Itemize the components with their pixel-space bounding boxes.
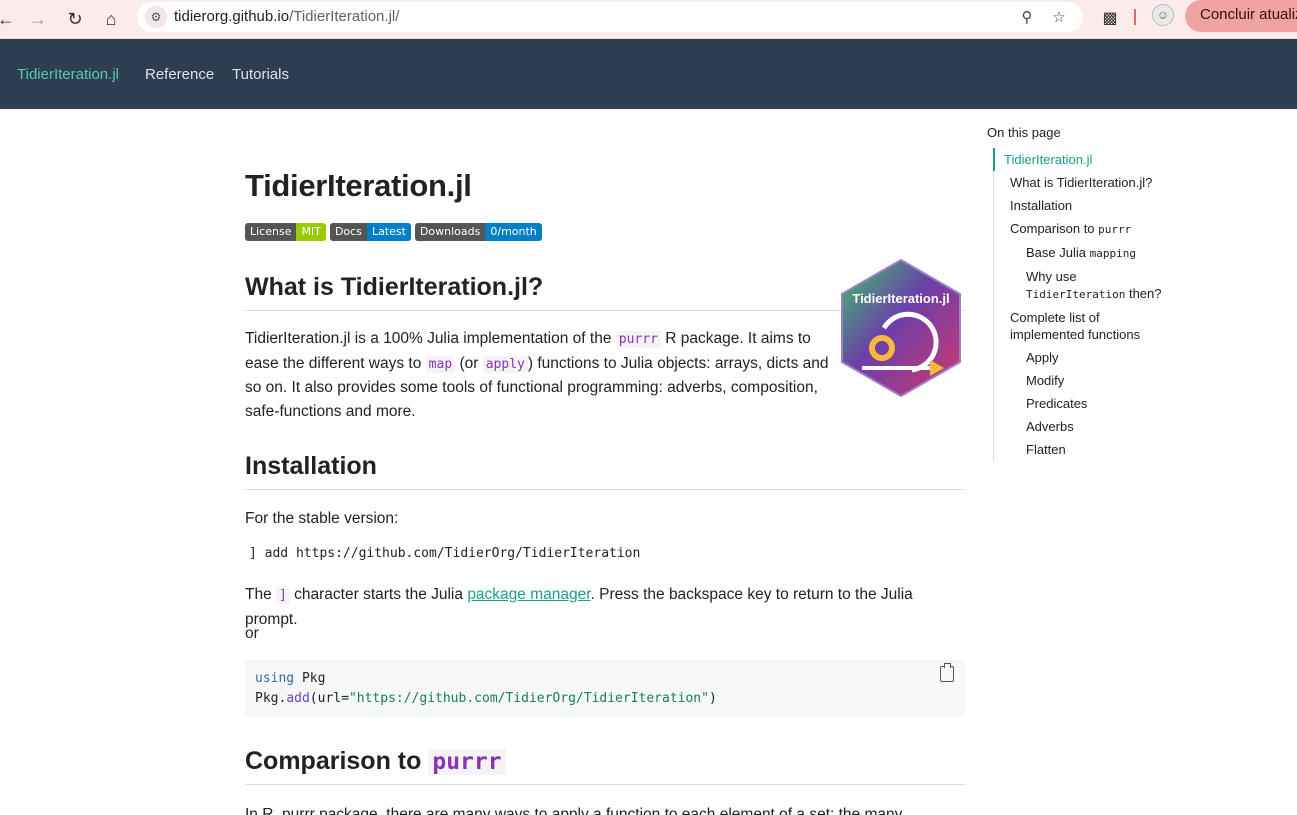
back-icon[interactable]: ← xyxy=(0,5,20,33)
table-of-contents: On this page TidierIteration.jl What is … xyxy=(987,125,1187,461)
code-text: Pkg xyxy=(294,671,326,686)
toc-list: TidierIteration.jl What is TidierIterati… xyxy=(993,148,1187,461)
pkg-command: ] add https://github.com/TidierOrg/Tidie… xyxy=(249,546,641,561)
comparison-paragraph: In R, purrr package, there are many ways… xyxy=(245,806,903,815)
license-badge[interactable]: License MIT xyxy=(245,223,326,241)
toc-item-modify[interactable]: Modify xyxy=(994,369,1187,392)
nav-link-tutorials[interactable]: Tutorials xyxy=(232,66,289,83)
toc-label-suffix: then? xyxy=(1128,286,1162,301)
toc-item-home[interactable]: TidierIteration.jl xyxy=(993,148,1187,171)
inline-code: apply xyxy=(482,355,528,373)
keyword: using xyxy=(255,671,295,686)
text: (or xyxy=(455,354,483,372)
update-button[interactable]: Concluir atualização xyxy=(1185,0,1297,32)
pkg-manager-paragraph: The ] character starts the Julia package… xyxy=(245,583,965,631)
intro-paragraph: TidierIteration.jl is a 100% Julia imple… xyxy=(245,327,835,423)
inline-code: ] xyxy=(276,587,290,604)
logo-text: TidierIteration.jl xyxy=(852,291,949,306)
badge-value: 0/month xyxy=(485,223,542,241)
toc-item-predicates[interactable]: Predicates xyxy=(994,392,1187,415)
code-text: ) xyxy=(708,691,717,706)
page-title: TidierIteration.jl xyxy=(245,168,472,203)
toc-item-adverbs[interactable]: Adverbs xyxy=(994,415,1187,438)
copy-icon[interactable] xyxy=(940,663,954,682)
url-text[interactable]: tidierorg.github.io/TidierIteration.jl/ xyxy=(174,8,399,25)
toc-label: Base Julia xyxy=(1026,245,1086,260)
zoom-icon[interactable]: ⚲ xyxy=(1016,6,1038,28)
toc-item-base-julia[interactable]: Base Julia mapping xyxy=(994,241,1187,265)
tidieriteration-logo: TidierIteration.jl xyxy=(841,258,961,398)
badge-row: License MIT Docs Latest Downloads 0/month xyxy=(245,223,542,241)
toc-item-flatten[interactable]: Flatten xyxy=(994,438,1187,461)
toc-code: purrr xyxy=(1098,223,1132,236)
url-host: tidierorg.github.io xyxy=(174,8,290,25)
home-icon[interactable]: ⌂ xyxy=(97,5,125,33)
downloads-badge[interactable]: Downloads 0/month xyxy=(414,223,542,241)
site-settings-icon[interactable]: ⚙ xyxy=(145,6,167,28)
toc-label: Why use xyxy=(1026,269,1077,284)
toc-code: TidierIteration xyxy=(1026,288,1126,301)
or-text: or xyxy=(245,625,259,642)
toc-item-why-use[interactable]: Why use TidierIteration then? xyxy=(994,265,1187,306)
logo-hexagon xyxy=(841,258,961,398)
nav-brand-link[interactable]: TidierIteration.jl xyxy=(17,66,119,83)
heading-text: Comparison to xyxy=(245,747,429,775)
bookmark-star-icon[interactable]: ☆ xyxy=(1048,6,1070,28)
inline-code: map xyxy=(425,355,456,373)
site-navbar: TidierIteration.jl Reference Tutorials xyxy=(0,39,1297,109)
toc-code: mapping xyxy=(1089,247,1136,260)
badge-label: License xyxy=(245,223,297,241)
profile-avatar[interactable]: ☺ xyxy=(1152,4,1174,26)
toc-item-what-is[interactable]: What is TidierIteration.jl? xyxy=(994,171,1187,194)
reload-icon[interactable]: ↻ xyxy=(61,5,89,33)
toc-label: Comparison to xyxy=(1010,221,1095,236)
heading-code: purrr xyxy=(428,749,506,775)
docs-badge[interactable]: Docs Latest xyxy=(329,223,411,241)
string-literal: "https://github.com/TidierOrg/TidierIter… xyxy=(348,691,709,706)
heading-installation: Installation xyxy=(245,452,965,490)
browser-toolbar: ← → ↻ ⌂ ⚙ tidierorg.github.io/TidierIter… xyxy=(0,0,1297,39)
function-name: add xyxy=(286,691,310,706)
heading-comparison: Comparison to purrr xyxy=(245,747,965,785)
badge-value: Latest xyxy=(366,223,411,241)
nav-link-reference[interactable]: Reference xyxy=(145,66,214,83)
forward-icon[interactable]: → xyxy=(24,5,52,33)
badge-label: Docs xyxy=(329,223,367,241)
toc-item-comparison[interactable]: Comparison to purrr xyxy=(994,217,1187,241)
code-line-1: using Pkg xyxy=(255,669,955,689)
badge-label: Downloads xyxy=(414,223,486,241)
toc-title: On this page xyxy=(987,125,1061,140)
text: TidierIteration.jl is a 100% Julia imple… xyxy=(245,330,616,347)
toc-item-apply[interactable]: Apply xyxy=(994,346,1187,369)
code-line-2: Pkg.add(url="https://github.com/TidierOr… xyxy=(255,689,955,709)
text: The xyxy=(245,586,277,603)
extensions-icon[interactable]: ▩ xyxy=(1097,5,1123,31)
address-bar[interactable]: ⚙ tidierorg.github.io/TidierIteration.jl… xyxy=(137,2,1083,32)
inline-code: purrr xyxy=(615,331,661,348)
code-block: using Pkg Pkg.add(url="https://github.co… xyxy=(245,660,965,717)
toolbar-divider xyxy=(1134,9,1136,25)
package-manager-link[interactable]: package manager xyxy=(467,586,590,603)
toc-item-complete-list[interactable]: Complete list of implemented functions xyxy=(994,306,1154,346)
code-text: Pkg. xyxy=(255,691,287,706)
stable-version-text: For the stable version: xyxy=(245,510,399,527)
url-path: /TidierIteration.jl/ xyxy=(289,8,400,25)
badge-value: MIT xyxy=(296,223,326,241)
text: character starts the Julia xyxy=(289,586,468,603)
toc-item-installation[interactable]: Installation xyxy=(994,194,1187,217)
code-text: (url= xyxy=(309,691,349,706)
